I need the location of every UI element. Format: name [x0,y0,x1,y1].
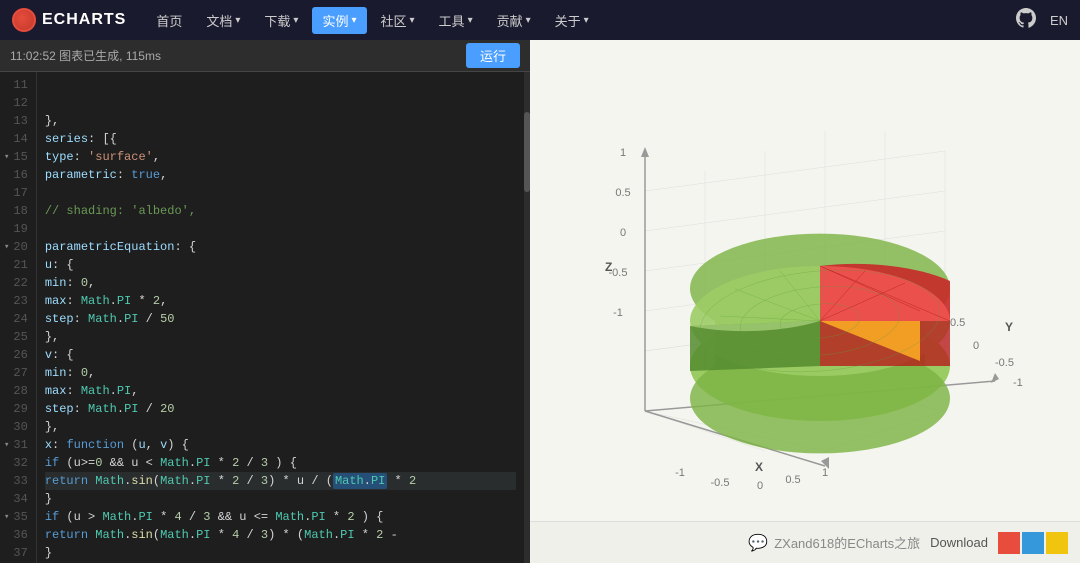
code-line: min: 0, [45,364,516,382]
svg-text:-1: -1 [613,307,623,319]
nav-items: 首页 文档▾ 下载▾ 实例▾ 社区▾ 工具▾ 贡献▾ 关于▾ [146,7,996,34]
svg-text:-1: -1 [675,467,685,479]
editor-panel: 11:02:52 图表已生成, 115ms 运行 11 12 13 14 ▾15… [0,40,530,563]
code-line: // shading: 'albedo', [45,202,516,220]
editor-toolbar: 11:02:52 图表已生成, 115ms 运行 [0,40,530,72]
svg-text:Y: Y [1005,320,1013,334]
github-icon[interactable] [1016,8,1036,33]
code-line: u: { [45,256,516,274]
chevron-down-icon: ▾ [526,15,531,26]
svg-text:-0.5: -0.5 [711,477,730,489]
code-line: parametric: true, [45,166,516,184]
watermark-icon: 💬 [748,533,768,553]
chart-area: 1 0.5 0 -0.5 -1 Z -1 -0.5 0 0.5 1 X -1 -… [530,40,1080,521]
chevron-down-icon: ▾ [468,15,473,26]
code-line: max: Math.PI, [45,382,516,400]
chart-panel: 1 0.5 0 -0.5 -1 Z -1 -0.5 0 0.5 1 X -1 -… [530,40,1080,563]
svg-text:0: 0 [620,227,626,239]
swatch-yellow[interactable] [1046,532,1068,554]
main-area: 11:02:52 图表已生成, 115ms 运行 11 12 13 14 ▾15… [0,40,1080,563]
code-line: step: Math.PI / 50 [45,310,516,328]
svg-text:0.5: 0.5 [950,317,965,329]
nav-home[interactable]: 首页 [146,7,192,34]
code-line: x: function (u, v) { [45,436,516,454]
line-numbers: 11 12 13 14 ▾15 16 17 18 19 ▾20 21 22 23… [0,72,37,563]
chevron-down-icon: ▾ [293,15,298,26]
nav-docs[interactable]: 文档▾ [196,7,250,34]
nav-tools[interactable]: 工具▾ [429,7,483,34]
nav-examples[interactable]: 实例▾ [312,7,366,34]
code-line: } [45,544,516,562]
svg-text:-0.5: -0.5 [995,357,1014,369]
navbar: ECHARTS 首页 文档▾ 下载▾ 实例▾ 社区▾ 工具▾ 贡献▾ 关于▾ E… [0,0,1080,40]
chevron-down-icon: ▾ [351,15,356,26]
logo-icon [12,8,36,32]
svg-text:0: 0 [973,340,979,352]
code-line: if (u>=0 && u < Math.PI * 2 / 3 ) { [45,454,516,472]
nav-about[interactable]: 关于▾ [545,7,599,34]
code-line: v: { [45,346,516,364]
code-line-highlighted: return Math.sin(Math.PI * 2 / 3) * u / (… [45,472,516,490]
language-toggle[interactable]: EN [1050,13,1068,28]
svg-text:1: 1 [822,467,828,479]
code-line [45,94,516,112]
code-line: return Math.sin(Math.PI * 4 / 3) * (Math… [45,526,516,544]
code-line [45,76,516,94]
svg-text:-1: -1 [1013,377,1023,389]
nav-community[interactable]: 社区▾ [371,7,425,34]
chart-footer: 💬 ZXand618的ECharts之旅 Download [530,521,1080,563]
nav-contribute[interactable]: 贡献▾ [487,7,541,34]
nav-download[interactable]: 下载▾ [254,7,308,34]
code-line: }, [45,418,516,436]
editor-status: 11:02:52 图表已生成, 115ms [10,47,466,64]
code-line: }, [45,112,516,130]
svg-text:0.5: 0.5 [785,474,800,486]
code-editor[interactable]: }, series: [{ type: 'surface', parametri… [37,72,524,563]
code-line: max: Math.PI * 2, [45,292,516,310]
code-area[interactable]: 11 12 13 14 ▾15 16 17 18 19 ▾20 21 22 23… [0,72,530,563]
run-button[interactable]: 运行 [466,43,520,68]
color-swatches [998,532,1068,554]
watermark-text: ZXand618的ECharts之旅 [774,533,920,552]
chart-svg: 1 0.5 0 -0.5 -1 Z -1 -0.5 0 0.5 1 X -1 -… [565,71,1045,491]
code-line: type: 'surface', [45,148,516,166]
svg-text:0.5: 0.5 [615,187,630,199]
logo-text: ECHARTS [42,11,126,29]
svg-text:0: 0 [757,480,763,491]
code-line: min: 0, [45,274,516,292]
code-line: parametricEquation: { [45,238,516,256]
svg-text:1: 1 [620,147,626,159]
chevron-down-icon: ▾ [410,15,415,26]
code-line: if (u > Math.PI * 4 / 3 && u <= Math.PI … [45,508,516,526]
swatch-red[interactable] [998,532,1020,554]
download-button[interactable]: Download [930,535,988,550]
chevron-down-icon: ▾ [235,15,240,26]
chart-watermark: 💬 ZXand618的ECharts之旅 [748,533,920,553]
code-line: }, [45,328,516,346]
code-line: series: [{ [45,130,516,148]
chevron-down-icon: ▾ [584,15,589,26]
code-line [45,184,516,202]
logo[interactable]: ECHARTS [12,8,126,32]
svg-text:X: X [755,460,763,474]
swatch-blue[interactable] [1022,532,1044,554]
code-line [45,220,516,238]
nav-right: EN [1016,8,1068,33]
code-line: step: Math.PI / 20 [45,400,516,418]
svg-text:Z: Z [605,260,612,274]
code-line: } [45,490,516,508]
